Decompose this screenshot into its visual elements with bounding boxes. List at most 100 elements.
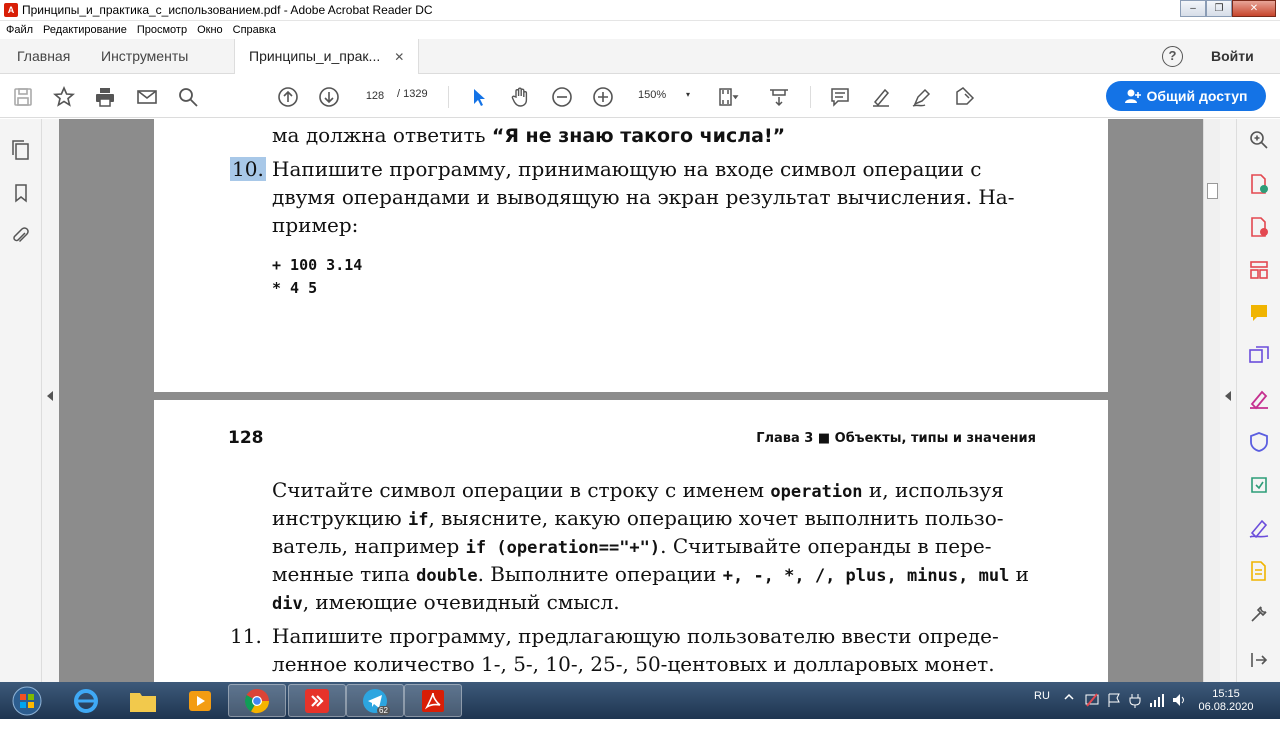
show-hidden-icons-icon[interactable] [1064, 692, 1074, 729]
comment-icon[interactable] [828, 85, 852, 109]
text-line: ленное количество 1-, 5-, 10-, 25-, 50-ц… [272, 652, 995, 676]
search-icon[interactable] [176, 85, 200, 109]
previous-page-icon[interactable] [276, 85, 300, 109]
combine-files-icon[interactable] [1248, 345, 1270, 367]
right-tools-rail [1236, 119, 1280, 682]
scan-ocr-icon[interactable] [1248, 560, 1270, 582]
highlight-pen-icon[interactable] [869, 85, 893, 109]
zoom-out-icon[interactable] [550, 85, 574, 109]
clock-date: 06.08.2020 [1198, 701, 1254, 713]
sign-icon[interactable] [952, 85, 976, 109]
toolbar-divider [810, 86, 811, 108]
text-line: Напишите программу, принимающую на входе… [272, 157, 982, 181]
system-clock[interactable]: 15:15 06.08.2020 [1196, 688, 1256, 714]
zoom-search-icon[interactable] [1248, 129, 1270, 151]
chevron-left-icon [47, 391, 53, 401]
print-icon[interactable] [93, 85, 117, 109]
select-cursor-icon[interactable] [467, 85, 491, 109]
taskbar-acrobat[interactable] [404, 684, 462, 717]
item-number-10: 10. [230, 157, 266, 181]
item-number-11: 11. [230, 624, 262, 648]
tab-home[interactable]: Главная [17, 39, 70, 74]
volume-icon[interactable] [1171, 692, 1187, 729]
zoom-in-icon[interactable] [591, 85, 615, 109]
draw-icon[interactable] [910, 85, 934, 109]
scrollbar-thumb[interactable] [1207, 183, 1218, 199]
title-bar: A Принципы_и_практика_с_использованием.p… [0, 0, 1280, 21]
vertical-scrollbar[interactable] [1203, 119, 1220, 682]
more-tools-icon[interactable] [1248, 603, 1270, 625]
flag-icon[interactable] [1106, 692, 1122, 729]
comment-tool-icon[interactable] [1248, 302, 1270, 324]
code-line: * 4 5 [272, 279, 318, 297]
taskbar-anydesk[interactable] [288, 684, 346, 717]
language-indicator[interactable]: RU [1034, 690, 1050, 727]
page-number: 128 [228, 428, 264, 448]
tab-close-icon[interactable]: ✕ [394, 50, 404, 64]
close-button[interactable]: ✕ [1232, 0, 1276, 17]
power-plug-icon[interactable] [1127, 692, 1143, 729]
taskbar-internet-explorer[interactable] [57, 684, 115, 717]
text-line: Напишите программу, предлагающую пользов… [272, 624, 999, 648]
menu-file[interactable]: Файл [6, 24, 33, 36]
taskbar-telegram[interactable]: 62 [346, 684, 404, 717]
bookmark-star-icon[interactable] [52, 85, 76, 109]
add-user-icon [1124, 89, 1141, 103]
menu-help[interactable]: Справка [233, 24, 276, 36]
clock-time: 15:15 [1212, 688, 1240, 700]
toolbar-divider [448, 86, 449, 108]
taskbar-explorer[interactable] [114, 684, 172, 717]
menu-view[interactable]: Просмотр [137, 24, 187, 36]
tab-document[interactable]: Принципы_и_прак... ✕ [234, 39, 420, 74]
left-panel-collapse[interactable] [42, 119, 59, 682]
fill-sign-icon[interactable] [1248, 388, 1270, 410]
right-panel-collapse[interactable] [1220, 119, 1236, 682]
taskbar-media-player[interactable] [171, 684, 229, 717]
chrome-icon [244, 688, 269, 713]
window-title: Принципы_и_практика_с_использованием.pdf… [22, 3, 433, 17]
acrobat-icon [422, 689, 444, 712]
signal-strength-icon[interactable] [1149, 692, 1165, 729]
anydesk-icon [305, 688, 329, 713]
email-icon[interactable] [135, 85, 159, 109]
network-disconnected-icon[interactable] [1084, 692, 1100, 729]
text-line: ма должна ответить “Я не знаю такого чис… [272, 123, 786, 147]
start-button[interactable] [2, 684, 52, 717]
share-button[interactable]: Общий доступ [1106, 81, 1266, 111]
save-icon[interactable] [11, 85, 35, 109]
protect-shield-icon[interactable] [1248, 431, 1270, 453]
acrobat-app-icon: A [4, 3, 18, 17]
chevron-left-icon [1225, 391, 1231, 401]
collapse-panel-icon[interactable] [1248, 649, 1270, 671]
page-fit-icon[interactable] [716, 85, 740, 109]
edit-signature-icon[interactable] [1248, 517, 1270, 539]
bookmark-icon[interactable] [10, 182, 32, 204]
page-number-input[interactable]: 128 [358, 85, 392, 105]
zoom-value: 150% [638, 89, 667, 101]
attachment-icon[interactable] [10, 225, 32, 247]
document-viewer[interactable]: ма должна ответить “Я не знаю такого чис… [59, 119, 1220, 682]
zoom-select[interactable]: 150% ▾ [632, 85, 694, 105]
pdf-page-bottom: 128 Глава 3 ■ Объекты, типы и значения С… [154, 400, 1108, 682]
send-review-icon[interactable] [1248, 474, 1270, 496]
chevron-down-icon: ▾ [685, 90, 690, 99]
menu-bar: Файл Редактирование Просмотр Окно Справк… [0, 21, 1280, 39]
hand-tool-icon[interactable] [508, 85, 532, 109]
next-page-icon[interactable] [317, 85, 341, 109]
window-controls: – ❐ ✕ [1180, 0, 1276, 18]
organize-pages-icon[interactable] [1248, 259, 1270, 281]
text-line: пример: [272, 213, 359, 237]
share-button-label: Общий доступ [1146, 88, 1248, 104]
create-pdf-icon[interactable] [1248, 216, 1270, 238]
scroll-mode-icon[interactable] [767, 85, 791, 109]
menu-window[interactable]: Окно [197, 24, 223, 36]
help-icon[interactable]: ? [1162, 46, 1183, 67]
taskbar-chrome[interactable] [228, 684, 286, 717]
export-pdf-icon[interactable] [1248, 173, 1270, 195]
tab-tools[interactable]: Инструменты [101, 39, 188, 74]
minimize-button[interactable]: – [1180, 0, 1206, 17]
pages-thumbnails-icon[interactable] [10, 139, 32, 161]
sign-in-button[interactable]: Войти [1211, 48, 1254, 64]
maximize-button[interactable]: ❐ [1206, 0, 1232, 17]
menu-edit[interactable]: Редактирование [43, 24, 127, 36]
